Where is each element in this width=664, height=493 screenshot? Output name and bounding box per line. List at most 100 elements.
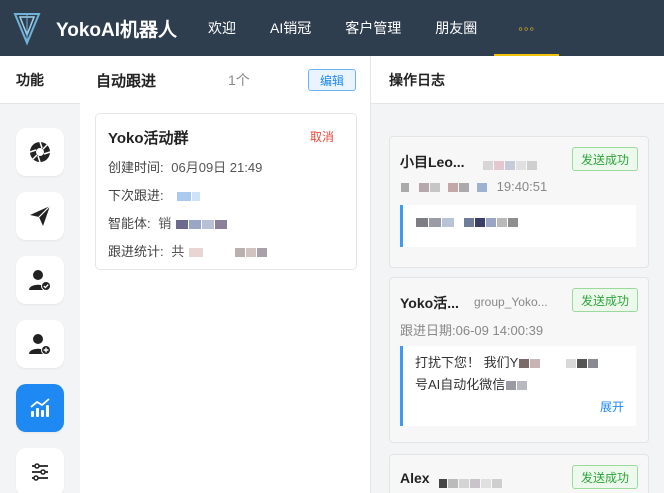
- nav-more[interactable]: ◦◦◦: [494, 0, 559, 56]
- auto-follow-panel: 自动跟进 1个 编辑 Yoko活动群 取消 创建时间: 06月09日 21:49…: [80, 56, 370, 493]
- redacted-block: [416, 218, 428, 228]
- sidebar-btn-aperture[interactable]: [16, 128, 64, 176]
- sidebar-btn-user-check[interactable]: [16, 256, 64, 304]
- top-nav: 欢迎 AI销冠 客户管理 朋友圈 ◦◦◦: [191, 0, 559, 56]
- redacted-block: [519, 359, 530, 369]
- redacted-block: [508, 218, 518, 228]
- nav-ai-sales[interactable]: AI销冠: [253, 0, 328, 56]
- created-label: 创建时间:: [108, 160, 164, 175]
- redacted-gap: [455, 218, 463, 227]
- redacted-gap: [470, 183, 476, 192]
- created-value: 06月09日 21:49: [171, 160, 263, 175]
- panel-header: 自动跟进 1个 编辑: [80, 56, 370, 104]
- redacted-block: [494, 161, 504, 171]
- redacted-block: [530, 359, 541, 369]
- sliders-icon: [32, 463, 48, 481]
- redacted-block: [401, 183, 409, 193]
- next-follow-row: 下次跟进:: [108, 185, 201, 204]
- nav-moments[interactable]: 朋友圈: [418, 0, 494, 56]
- redacted-block: [188, 220, 201, 230]
- message-text-1: 打扰下您！ 我们Y: [415, 355, 519, 370]
- redacted-group: [438, 475, 502, 493]
- redacted-block: [245, 248, 256, 258]
- redacted-block: [429, 218, 441, 228]
- redacted-block: [439, 479, 447, 489]
- message-line-1: 打扰下您！ 我们Y: [415, 352, 624, 374]
- redacted-block: [419, 183, 429, 193]
- redacted-block: [470, 479, 480, 489]
- sidebar-btn-user-add[interactable]: [16, 320, 64, 368]
- log-contact-name: 小目Leo...: [400, 154, 465, 170]
- stats-label: 跟进统计:: [108, 244, 164, 259]
- redacted-block: [477, 183, 487, 193]
- redacted-block: [475, 218, 485, 228]
- redacted-block: [256, 248, 267, 258]
- stats-row: 跟进统计: 共: [108, 241, 267, 260]
- redacted-block: [492, 479, 502, 489]
- log-message: [400, 205, 636, 247]
- sidebar-btn-auto-follow[interactable]: [16, 384, 64, 432]
- redacted-block: [177, 192, 192, 202]
- log-meta: 19:40:51: [400, 179, 547, 194]
- sidebar-title: 功能: [0, 56, 80, 104]
- cancel-button[interactable]: 取消: [310, 128, 334, 145]
- redacted-block: [566, 359, 577, 369]
- redacted-block: [448, 479, 458, 489]
- user-add-icon: [29, 334, 51, 355]
- operation-log-panel: 操作日志 小目Leo... 发送成功 19:40:51 Yoko活... gro…: [370, 56, 664, 493]
- logo-icon: [13, 13, 41, 46]
- redacted-block: [588, 359, 599, 369]
- redacted-block: [506, 381, 517, 391]
- send-success-badge: 发送成功: [571, 147, 638, 171]
- user-check-icon: [29, 270, 51, 291]
- task-card[interactable]: Yoko活动群 取消 创建时间: 06月09日 21:49 下次跟进: 智能体:…: [95, 113, 357, 270]
- trend-chart-icon: [30, 398, 50, 417]
- task-count: 1个: [228, 72, 250, 88]
- log-entry[interactable]: Yoko活... group_Yoko... 发送成功 跟进日期:06-09 1…: [389, 277, 649, 443]
- redacted-block: [464, 218, 474, 228]
- top-bar: YokoAI机器人 欢迎 AI销冠 客户管理 朋友圈 ◦◦◦: [0, 0, 664, 56]
- log-title: 操作日志: [371, 56, 664, 104]
- nav-welcome[interactable]: 欢迎: [191, 0, 253, 56]
- redacted-gap: [541, 359, 565, 368]
- redacted-block: [188, 248, 203, 258]
- redacted-gap: [441, 183, 447, 192]
- redacted-block: [483, 161, 493, 171]
- redacted-block: [497, 218, 507, 228]
- redacted-message: [415, 214, 518, 229]
- agent-label: 智能体:: [108, 216, 151, 231]
- created-row: 创建时间: 06月09日 21:49: [108, 157, 262, 176]
- redacted-block: [234, 248, 245, 258]
- redacted-block: [459, 479, 469, 489]
- aperture-icon: [29, 141, 51, 163]
- sidebar-btn-send[interactable]: [16, 192, 64, 240]
- log-message: 打扰下您！ 我们Y 号AI自动化微信 展开: [400, 346, 636, 426]
- redacted-block: [430, 183, 440, 193]
- redacted-block: [505, 161, 515, 171]
- brand-title: YokoAI机器人: [56, 19, 178, 41]
- sidebar-btn-settings[interactable]: [16, 448, 64, 493]
- message-line-2: 号AI自动化微信: [415, 374, 624, 396]
- log-contact-name: Yoko活...: [400, 295, 459, 311]
- next-follow-label: 下次跟进:: [108, 188, 164, 203]
- log-entry[interactable]: Alex 发送成功: [389, 454, 649, 493]
- task-name: Yoko活动群: [108, 130, 189, 147]
- redacted-block: [527, 161, 537, 171]
- log-entry[interactable]: 小目Leo... 发送成功 19:40:51: [389, 136, 649, 268]
- redacted-group: [482, 157, 537, 175]
- redacted-block: [442, 218, 454, 228]
- redacted-gap: [410, 183, 418, 192]
- redacted-block: [201, 220, 214, 230]
- redacted-block: [214, 220, 227, 230]
- edit-button[interactable]: 编辑: [308, 69, 356, 91]
- redacted-block: [577, 359, 588, 369]
- redacted-block: [481, 479, 491, 489]
- nav-customers[interactable]: 客户管理: [328, 0, 418, 56]
- log-contact-name: Alex: [400, 470, 430, 486]
- redacted-block: [486, 218, 496, 228]
- send-success-badge: 发送成功: [571, 465, 638, 489]
- expand-link[interactable]: 展开: [600, 396, 624, 418]
- sidebar: 功能: [0, 56, 80, 493]
- redacted-block: [192, 192, 201, 202]
- paper-plane-icon: [30, 205, 51, 226]
